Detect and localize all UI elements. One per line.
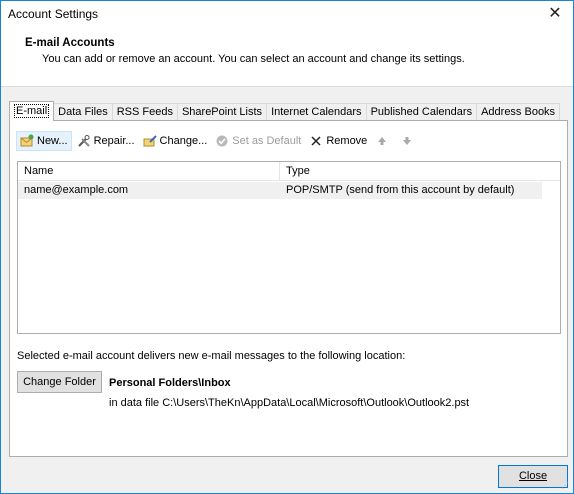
new-button-label: New...: [37, 135, 68, 147]
title-bar: Account Settings ✕: [1, 1, 573, 28]
window-title: Account Settings: [8, 7, 99, 21]
account-type: POP/SMTP (send from this account by defa…: [286, 184, 515, 196]
tab-sharepoint-lists[interactable]: SharePoint Lists: [176, 103, 268, 121]
tab-rss-feeds[interactable]: RSS Feeds: [111, 103, 178, 121]
tab-strip: E-mail Data Files RSS Feeds SharePoint L…: [9, 101, 561, 121]
column-header-name[interactable]: Name: [18, 162, 280, 180]
tab-data-files[interactable]: Data Files: [53, 103, 113, 121]
check-circle-icon: [215, 134, 229, 148]
account-settings-window: Account Settings ✕ E-mail Accounts You c…: [0, 0, 574, 494]
tab-email-label: E-mail: [14, 104, 50, 118]
remove-x-icon: [309, 134, 323, 148]
arrow-down-icon: [400, 134, 414, 148]
tab-internet-calendars[interactable]: Internet Calendars: [266, 103, 367, 121]
account-list-header: Name Type: [18, 162, 560, 181]
resize-grip-icon[interactable]: ⋰: [561, 481, 571, 491]
column-header-type[interactable]: Type: [280, 162, 560, 180]
close-icon[interactable]: ✕: [543, 3, 567, 25]
change-button[interactable]: Change...: [140, 131, 211, 151]
change-icon: [143, 134, 157, 148]
arrow-up-icon: [375, 134, 389, 148]
tab-email[interactable]: E-mail: [9, 101, 55, 121]
tab-published-calendars[interactable]: Published Calendars: [365, 103, 478, 121]
remove-button-label: Remove: [326, 135, 368, 147]
account-name: name@example.com: [24, 184, 129, 196]
account-row[interactable]: name@example.com POP/SMTP (send from thi…: [18, 182, 542, 199]
account-toolbar: New... Repair... Change... Set as Defaul…: [16, 131, 422, 151]
move-up-button[interactable]: [372, 131, 395, 151]
remove-button[interactable]: Remove: [306, 131, 370, 151]
delivery-description: Selected e-mail account delivers new e-m…: [17, 350, 406, 362]
delivery-folder: Personal Folders\Inbox: [109, 377, 231, 389]
change-button-label: Change...: [159, 135, 208, 147]
change-folder-button[interactable]: Change Folder: [17, 371, 102, 393]
move-down-button[interactable]: [397, 131, 420, 151]
header-title: E-mail Accounts: [25, 37, 115, 49]
repair-button[interactable]: Repair...: [74, 131, 138, 151]
set-default-button[interactable]: Set as Default: [212, 131, 304, 151]
header-panel: E-mail Accounts You can add or remove an…: [1, 28, 573, 87]
new-button[interactable]: New...: [16, 131, 72, 151]
header-subtitle: You can add or remove an account. You ca…: [42, 53, 465, 65]
tab-address-books[interactable]: Address Books: [476, 103, 561, 121]
repair-button-label: Repair...: [93, 135, 135, 147]
new-account-icon: [20, 134, 34, 148]
repair-icon: [77, 134, 91, 148]
email-tab-panel: New... Repair... Change... Set as Defaul…: [9, 120, 568, 457]
delivery-data-file-path: in data file C:\Users\TheKn\AppData\Loca…: [109, 397, 470, 409]
close-button[interactable]: Close: [498, 465, 568, 488]
account-list[interactable]: Name Type name@example.com POP/SMTP (sen…: [17, 161, 561, 334]
close-button-label: Close: [518, 470, 548, 482]
set-default-button-label: Set as Default: [232, 135, 302, 147]
